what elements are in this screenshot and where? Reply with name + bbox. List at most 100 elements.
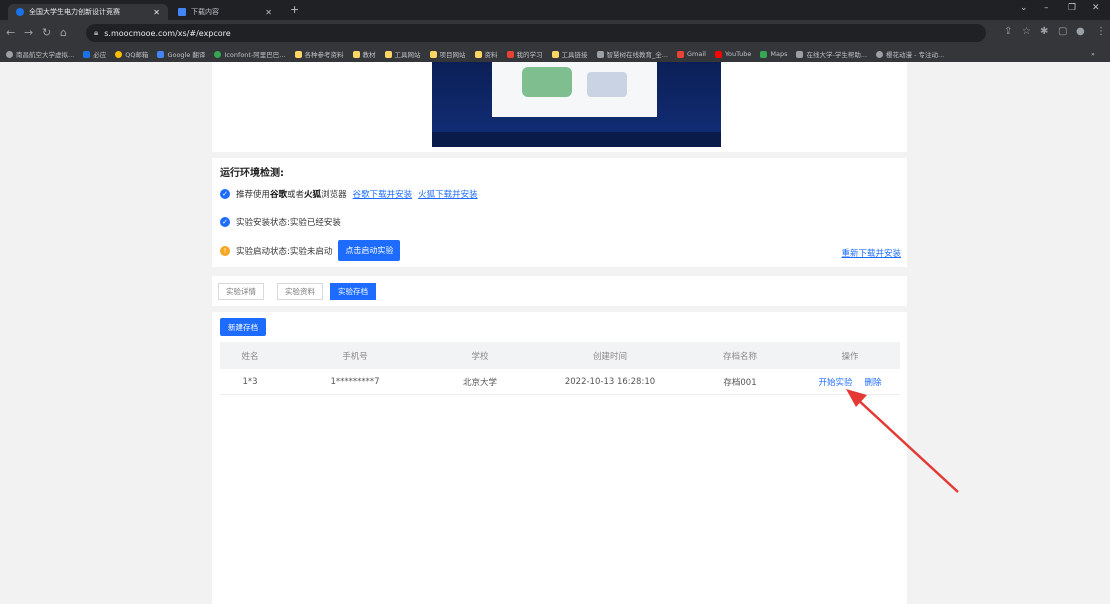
- close-window-button[interactable]: ✕: [1092, 3, 1100, 13]
- globe-icon: [876, 50, 884, 58]
- bookmarks-overflow-button[interactable]: »: [1091, 50, 1095, 58]
- bookmark-label: Google 翻译: [167, 51, 206, 59]
- bookmark-label: 项目网站: [439, 51, 466, 59]
- site-favicon-icon: [16, 8, 24, 16]
- reinstall-link[interactable]: 重新下载并安装: [841, 247, 901, 259]
- bookmark-folder[interactable]: 各种参考资料: [294, 49, 344, 59]
- bookmark-item[interactable]: Google 翻译: [157, 49, 205, 59]
- env-title: 运行环境检测:: [220, 168, 284, 179]
- cell-archive-name: 存档001: [723, 377, 757, 388]
- browser-suffix-text: 浏览器: [321, 190, 347, 200]
- experiment-tabs: 实验详情 实验资料 实验存档: [212, 276, 907, 306]
- bookmark-item[interactable]: Iconfont-阿里巴巴...: [214, 49, 286, 59]
- archive-table-header: 姓名 手机号 学校 创建时间 存档名称 操作: [220, 342, 900, 369]
- home-icon[interactable]: ⌂: [60, 26, 67, 39]
- browser-tab-active[interactable]: 全国大学生电力创新设计竞赛 ✕: [8, 4, 168, 20]
- bookmark-label: 必应: [93, 51, 107, 59]
- warning-circle-icon: !: [220, 245, 230, 256]
- maximize-button[interactable]: ❐: [1068, 3, 1076, 13]
- gmail-icon: [676, 50, 684, 58]
- side-panel-icon[interactable]: ▢: [1058, 26, 1067, 37]
- maps-icon: [760, 50, 768, 58]
- bookmark-star-icon[interactable]: ☆: [1022, 26, 1031, 37]
- bookmark-label: 工具链接: [561, 51, 588, 59]
- forward-icon[interactable]: →: [24, 26, 33, 39]
- browser-chrome-text: 谷歌: [270, 190, 288, 200]
- share-icon[interactable]: ⇪: [1004, 26, 1012, 37]
- video-panel: [212, 62, 907, 152]
- bookmark-item[interactable]: Maps: [760, 50, 787, 58]
- bookmark-item[interactable]: 南昌航空大学虚拟...: [6, 49, 74, 59]
- new-archive-button[interactable]: 新建存档: [220, 318, 266, 336]
- bookmark-item[interactable]: 我的学习: [506, 49, 543, 59]
- bookmark-item[interactable]: 智慧树在线教育_全...: [596, 49, 668, 59]
- bookmark-item[interactable]: Gmail: [676, 50, 706, 58]
- launch-experiment-button[interactable]: 点击启动实验: [338, 240, 401, 261]
- bookmark-folder[interactable]: 工具链接: [551, 49, 588, 59]
- bookmark-folder[interactable]: 资料: [474, 49, 498, 59]
- translate-icon: [157, 50, 165, 58]
- minimize-button[interactable]: –: [1044, 3, 1049, 13]
- bookmark-label: Gmail: [686, 50, 706, 58]
- cell-actions: 开始实验 删除: [800, 369, 900, 394]
- tab-experiment-materials[interactable]: 实验资料: [277, 283, 323, 300]
- browser-recommendation-row: ✓ 推荐使用 谷歌 或者 火狐 浏览器 谷歌下载并安装 火狐下载并安装: [220, 188, 478, 200]
- bookmark-label: 教材: [362, 51, 376, 59]
- globe-icon: [6, 50, 13, 58]
- tab-title: 全国大学生电力创新设计竞赛: [29, 8, 120, 16]
- browser-tab-strip: 全国大学生电力创新设计竞赛 ✕ 下载内容 ✕ + ⌄ – ❐ ✕: [0, 0, 1110, 20]
- tab-title: 下载内容: [191, 8, 219, 16]
- firefox-download-link[interactable]: 火狐下载并安装: [418, 188, 478, 200]
- tab-search-icon[interactable]: ⌄: [1020, 3, 1028, 13]
- url-text: s.moocmooe.com/xs/#/expcore: [104, 28, 231, 38]
- bookmark-label: Iconfont-阿里巴巴...: [224, 51, 286, 59]
- tab-experiment-details[interactable]: 实验详情: [218, 283, 264, 300]
- archive-panel: 新建存档 姓名 手机号 学校 创建时间 存档名称 操作 1*3 1*******…: [212, 312, 907, 604]
- stage-floor: [432, 132, 721, 147]
- column-header-actions: 操作: [841, 351, 859, 362]
- start-experiment-button[interactable]: 开始实验: [818, 376, 852, 388]
- address-bar[interactable]: 🔒︎ s.moocmooe.com/xs/#/expcore: [86, 24, 986, 42]
- install-status-text: 实验安装状态:实验已经安装: [236, 218, 341, 228]
- close-tab-icon[interactable]: ✕: [153, 8, 160, 17]
- browser-tab-downloads[interactable]: 下载内容 ✕: [170, 4, 280, 20]
- chrome-download-link[interactable]: 谷歌下载并安装: [353, 188, 413, 200]
- profile-icon[interactable]: ●: [1076, 26, 1085, 37]
- bookmark-label: 资料: [484, 51, 498, 59]
- bookmark-label: 工具网站: [394, 51, 421, 59]
- bookmark-item[interactable]: QQ邮箱: [115, 49, 148, 59]
- reload-icon[interactable]: ↻: [42, 26, 51, 39]
- iconfont-icon: [214, 50, 222, 58]
- download-icon: [178, 8, 186, 16]
- delete-archive-button[interactable]: 删除: [865, 376, 882, 388]
- new-tab-button[interactable]: +: [290, 3, 299, 16]
- column-header-created: 创建时间: [592, 351, 627, 362]
- study-icon: [506, 50, 514, 58]
- page-viewport: 运行环境检测: ✓ 推荐使用 谷歌 或者 火狐 浏览器 谷歌下载并安装 火狐下载并安装 …: [0, 62, 1110, 604]
- check-circle-icon: ✓: [220, 217, 230, 227]
- tab-experiment-archive[interactable]: 实验存档: [330, 283, 376, 300]
- browser-or-text: 或者: [287, 190, 305, 200]
- extensions-icon[interactable]: ✱: [1040, 26, 1048, 37]
- bookmark-folder[interactable]: 教材: [352, 49, 376, 59]
- bookmark-item[interactable]: YouTube: [714, 50, 751, 58]
- bookmark-folder[interactable]: 项目网站: [429, 49, 466, 59]
- bookmark-label: Maps: [770, 50, 788, 58]
- bookmark-item[interactable]: 在线大学-学生帮助...: [796, 49, 867, 59]
- search-icon: [83, 50, 91, 58]
- check-circle-icon: ✓: [220, 189, 230, 199]
- cell-name: 1*3: [242, 376, 258, 387]
- folder-icon: [384, 50, 392, 58]
- qq-mail-icon: [115, 50, 123, 58]
- back-icon[interactable]: ←: [6, 26, 15, 39]
- bookmark-label: 智慧树在线教育_全...: [606, 51, 668, 59]
- bookmark-label: 各种参考资料: [304, 51, 344, 59]
- close-tab-icon[interactable]: ✕: [265, 8, 272, 17]
- bookmark-item[interactable]: 樱花动漫 - 专注动...: [876, 49, 944, 59]
- plant-illustration: [587, 72, 627, 97]
- folder-icon: [352, 50, 360, 58]
- bookmark-item[interactable]: 必应: [83, 49, 106, 59]
- more-menu-icon[interactable]: ⋮: [1096, 26, 1106, 37]
- bookmark-folder[interactable]: 工具网站: [384, 49, 421, 59]
- bookmark-label: 樱花动漫 - 专注动...: [886, 51, 945, 59]
